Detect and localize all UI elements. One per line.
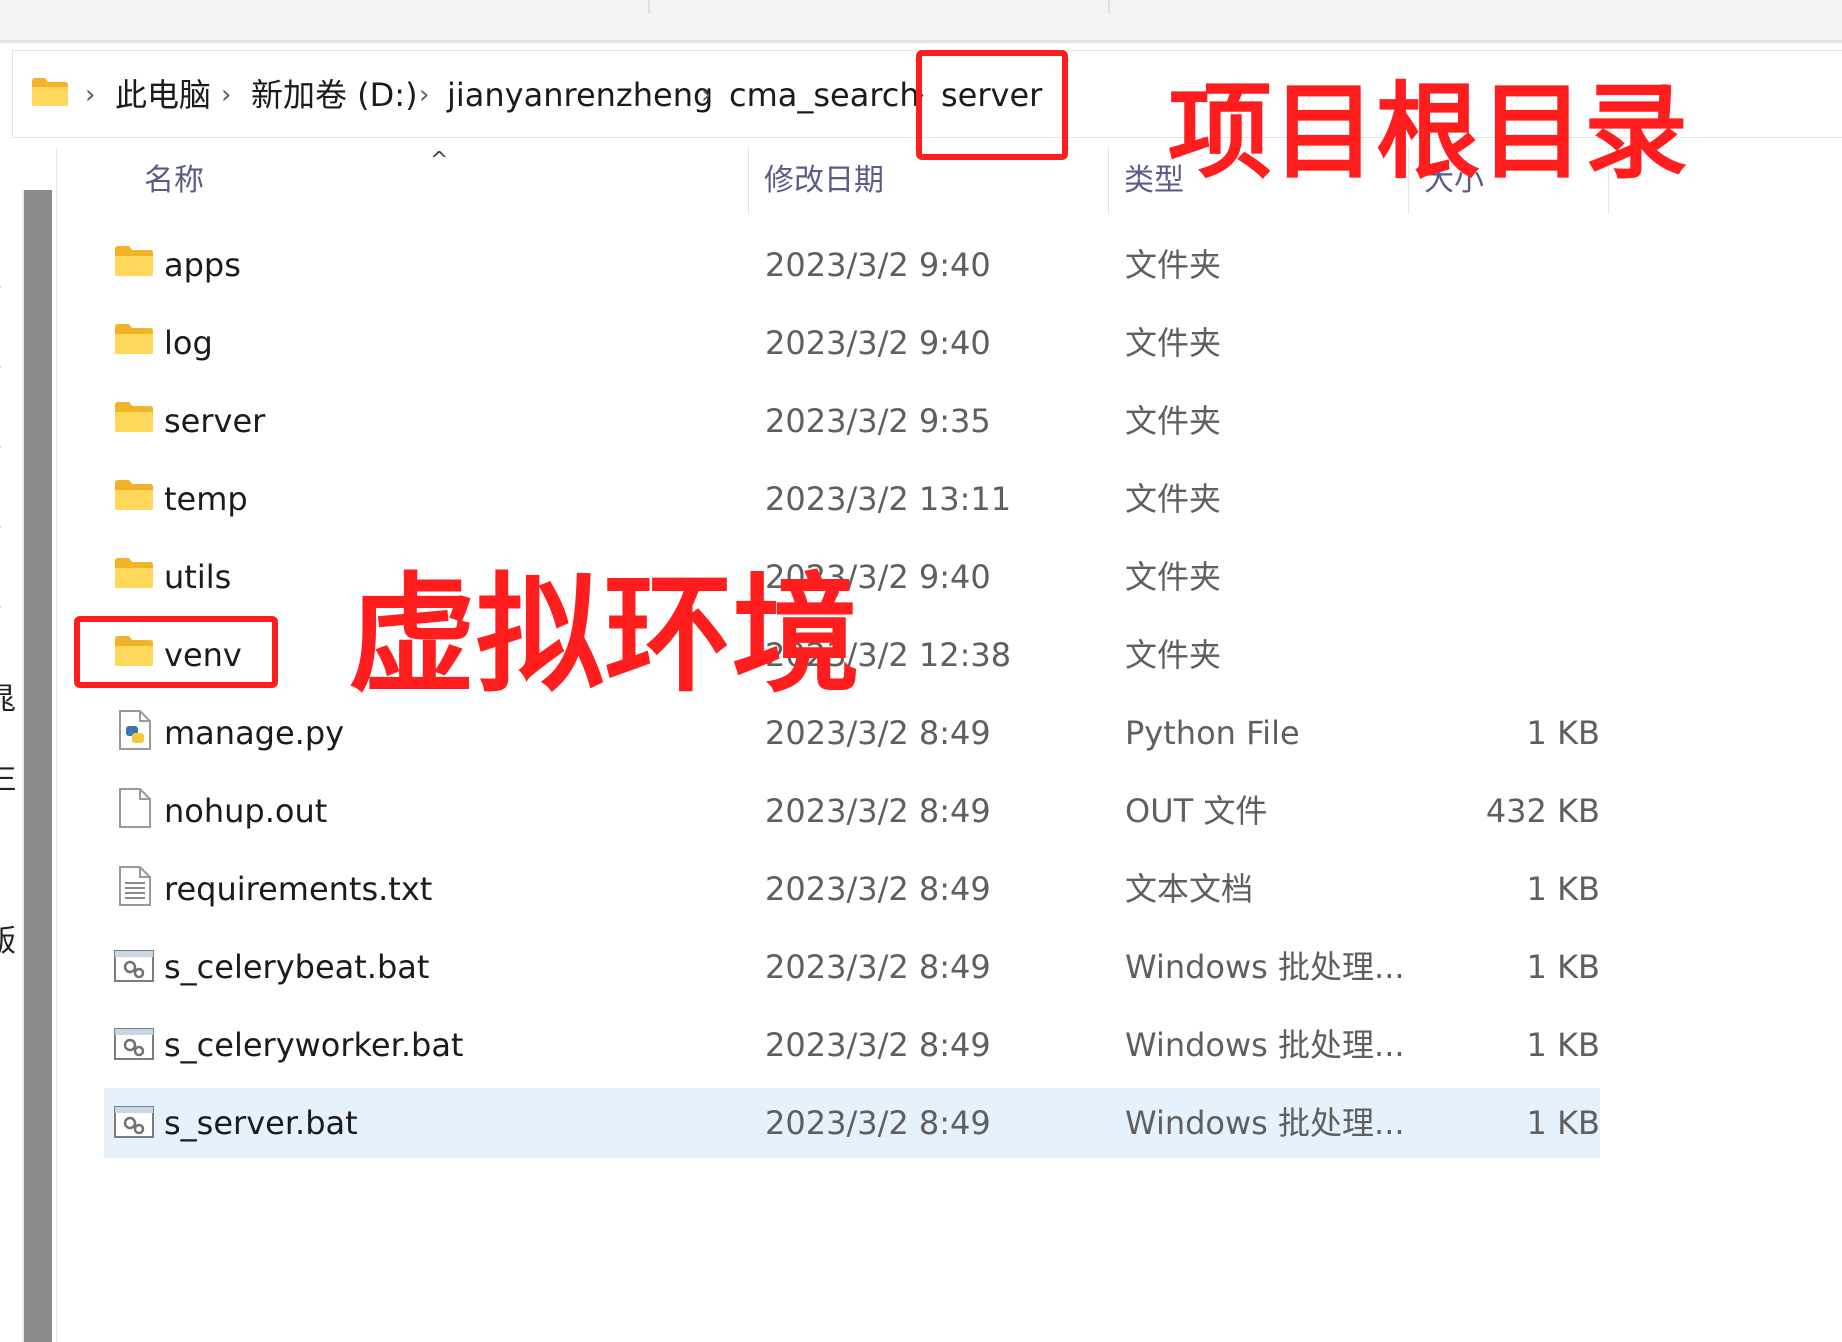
chevron-right-icon[interactable]: › — [0, 594, 2, 618]
strip-divider — [1108, 0, 1110, 14]
file-size — [1408, 386, 1600, 456]
file-size — [1408, 308, 1600, 378]
annotation-label-root: 项目根目录 — [1168, 71, 1689, 193]
file-size — [1408, 464, 1600, 534]
file-row-temp[interactable]: temp 2023/3/2 13:11 文件夹 — [104, 464, 1600, 534]
file-row-apps[interactable]: apps 2023/3/2 9:40 文件夹 — [104, 230, 1600, 300]
file-type: 文件夹 — [1125, 402, 1222, 440]
chevron-right-icon: › — [85, 80, 96, 110]
file-name: server — [164, 402, 266, 440]
chevron-right-icon[interactable]: › — [0, 514, 2, 538]
file-type: Windows 批处理... — [1125, 1104, 1405, 1142]
folder-icon — [115, 402, 153, 432]
pane-divider[interactable] — [56, 148, 57, 1342]
file-row-log[interactable]: log 2023/3/2 9:40 文件夹 — [104, 308, 1600, 378]
file-date: 2023/3/2 9:35 — [765, 402, 991, 440]
file-size — [1408, 542, 1600, 612]
folder-icon — [115, 558, 153, 588]
file-name: nohup.out — [164, 792, 328, 830]
breadcrumb-this-pc[interactable]: 此电脑 — [115, 51, 211, 139]
file-size: 1 KB — [1526, 1026, 1600, 1064]
nav-item-clipped[interactable]: 仨 — [0, 754, 16, 798]
file-type: Python File — [1125, 714, 1300, 752]
file-row-s-server-bat[interactable]: s_server.bat 2023/3/2 8:49 Windows 批处理..… — [104, 1088, 1600, 1158]
batch-file-icon — [114, 1106, 154, 1138]
file-date: 2023/3/2 8:49 — [765, 948, 991, 986]
file-row-requirements-txt[interactable]: requirements.txt 2023/3/2 8:49 文本文档 1 KB — [104, 854, 1600, 924]
nav-item-clipped[interactable]: 版 — [0, 916, 16, 960]
folder-icon — [32, 78, 68, 106]
file-row-s-celerybeat-bat[interactable]: s_celerybeat.bat 2023/3/2 8:49 Windows 批… — [104, 932, 1600, 1002]
file-type: 文件夹 — [1125, 480, 1222, 518]
column-divider[interactable] — [1108, 148, 1109, 214]
annotation-box-server — [916, 50, 1068, 160]
annotation-label-venv: 虚拟环境 — [348, 561, 861, 710]
sort-ascending-icon: ^ — [430, 148, 449, 173]
breadcrumb-cma-search[interactable]: cma_search — [729, 51, 920, 139]
nav-scrollbar-thumb[interactable] — [24, 190, 52, 1342]
file-type: 文件夹 — [1125, 324, 1222, 362]
file-row-s-celeryworker-bat[interactable]: s_celeryworker.bat 2023/3/2 8:49 Windows… — [104, 1010, 1600, 1080]
file-name: s_celeryworker.bat — [164, 1026, 464, 1064]
file-size: 1 KB — [1526, 714, 1600, 752]
chevron-right-icon: › — [419, 80, 430, 110]
file-row-nohup-out[interactable]: nohup.out 2023/3/2 8:49 OUT 文件 432 KB — [104, 776, 1600, 846]
strip-divider — [648, 0, 650, 14]
blank-file-icon — [119, 788, 151, 828]
file-size: 1 KB — [1526, 870, 1600, 908]
file-type: 文件夹 — [1125, 636, 1222, 674]
python-file-icon — [119, 710, 151, 750]
column-header-date[interactable]: 修改日期 — [764, 148, 884, 214]
column-divider[interactable] — [748, 148, 749, 214]
file-size — [1408, 620, 1600, 690]
file-date: 2023/3/2 9:40 — [765, 246, 991, 284]
chevron-right-icon: › — [701, 80, 712, 110]
annotation-box-venv — [74, 616, 278, 688]
file-name: log — [164, 324, 213, 362]
breadcrumb-jianyanrenzheng[interactable]: jianyanrenzheng — [447, 51, 713, 139]
file-type: 文件夹 — [1125, 558, 1222, 596]
folder-icon — [115, 480, 153, 510]
nav-item-clipped[interactable]: 晁 — [0, 674, 16, 718]
chevron-right-icon[interactable]: › — [0, 354, 2, 378]
breadcrumb-drive-d[interactable]: 新加卷 (D:) — [251, 51, 418, 139]
chevron-right-icon: › — [221, 80, 232, 110]
file-size: 432 KB — [1485, 792, 1600, 830]
file-name: manage.py — [164, 714, 345, 752]
file-type: 文本文档 — [1125, 870, 1254, 908]
file-size: 1 KB — [1526, 948, 1600, 986]
file-type: 文件夹 — [1125, 246, 1222, 284]
title-strip — [0, 0, 1842, 43]
folder-icon — [115, 324, 153, 354]
file-date: 2023/3/2 9:40 — [765, 324, 991, 362]
column-header-name[interactable]: 名称 — [144, 148, 204, 214]
file-type: Windows 批处理... — [1125, 1026, 1405, 1064]
file-name: temp — [164, 480, 248, 518]
file-name: apps — [164, 246, 241, 284]
file-type: Windows 批处理... — [1125, 948, 1405, 986]
file-name: requirements.txt — [164, 870, 433, 908]
file-name: utils — [164, 558, 232, 596]
file-name: s_server.bat — [164, 1104, 358, 1142]
chevron-right-icon[interactable]: › — [0, 434, 2, 458]
file-row-server[interactable]: server 2023/3/2 9:35 文件夹 — [104, 386, 1600, 456]
batch-file-icon — [114, 950, 154, 982]
batch-file-icon — [114, 1028, 154, 1060]
text-file-icon — [119, 866, 151, 906]
file-type: OUT 文件 — [1125, 792, 1268, 830]
folder-icon — [115, 246, 153, 276]
file-date: 2023/3/2 8:49 — [765, 792, 991, 830]
file-size — [1408, 230, 1600, 300]
file-date: 2023/3/2 8:49 — [765, 870, 991, 908]
file-size: 1 KB — [1526, 1104, 1600, 1142]
file-date: 2023/3/2 13:11 — [765, 480, 1012, 518]
file-date: 2023/3/2 8:49 — [765, 1026, 991, 1064]
chevron-right-icon[interactable]: › — [0, 274, 2, 298]
file-name: s_celerybeat.bat — [164, 948, 430, 986]
file-date: 2023/3/2 8:49 — [765, 1104, 991, 1142]
